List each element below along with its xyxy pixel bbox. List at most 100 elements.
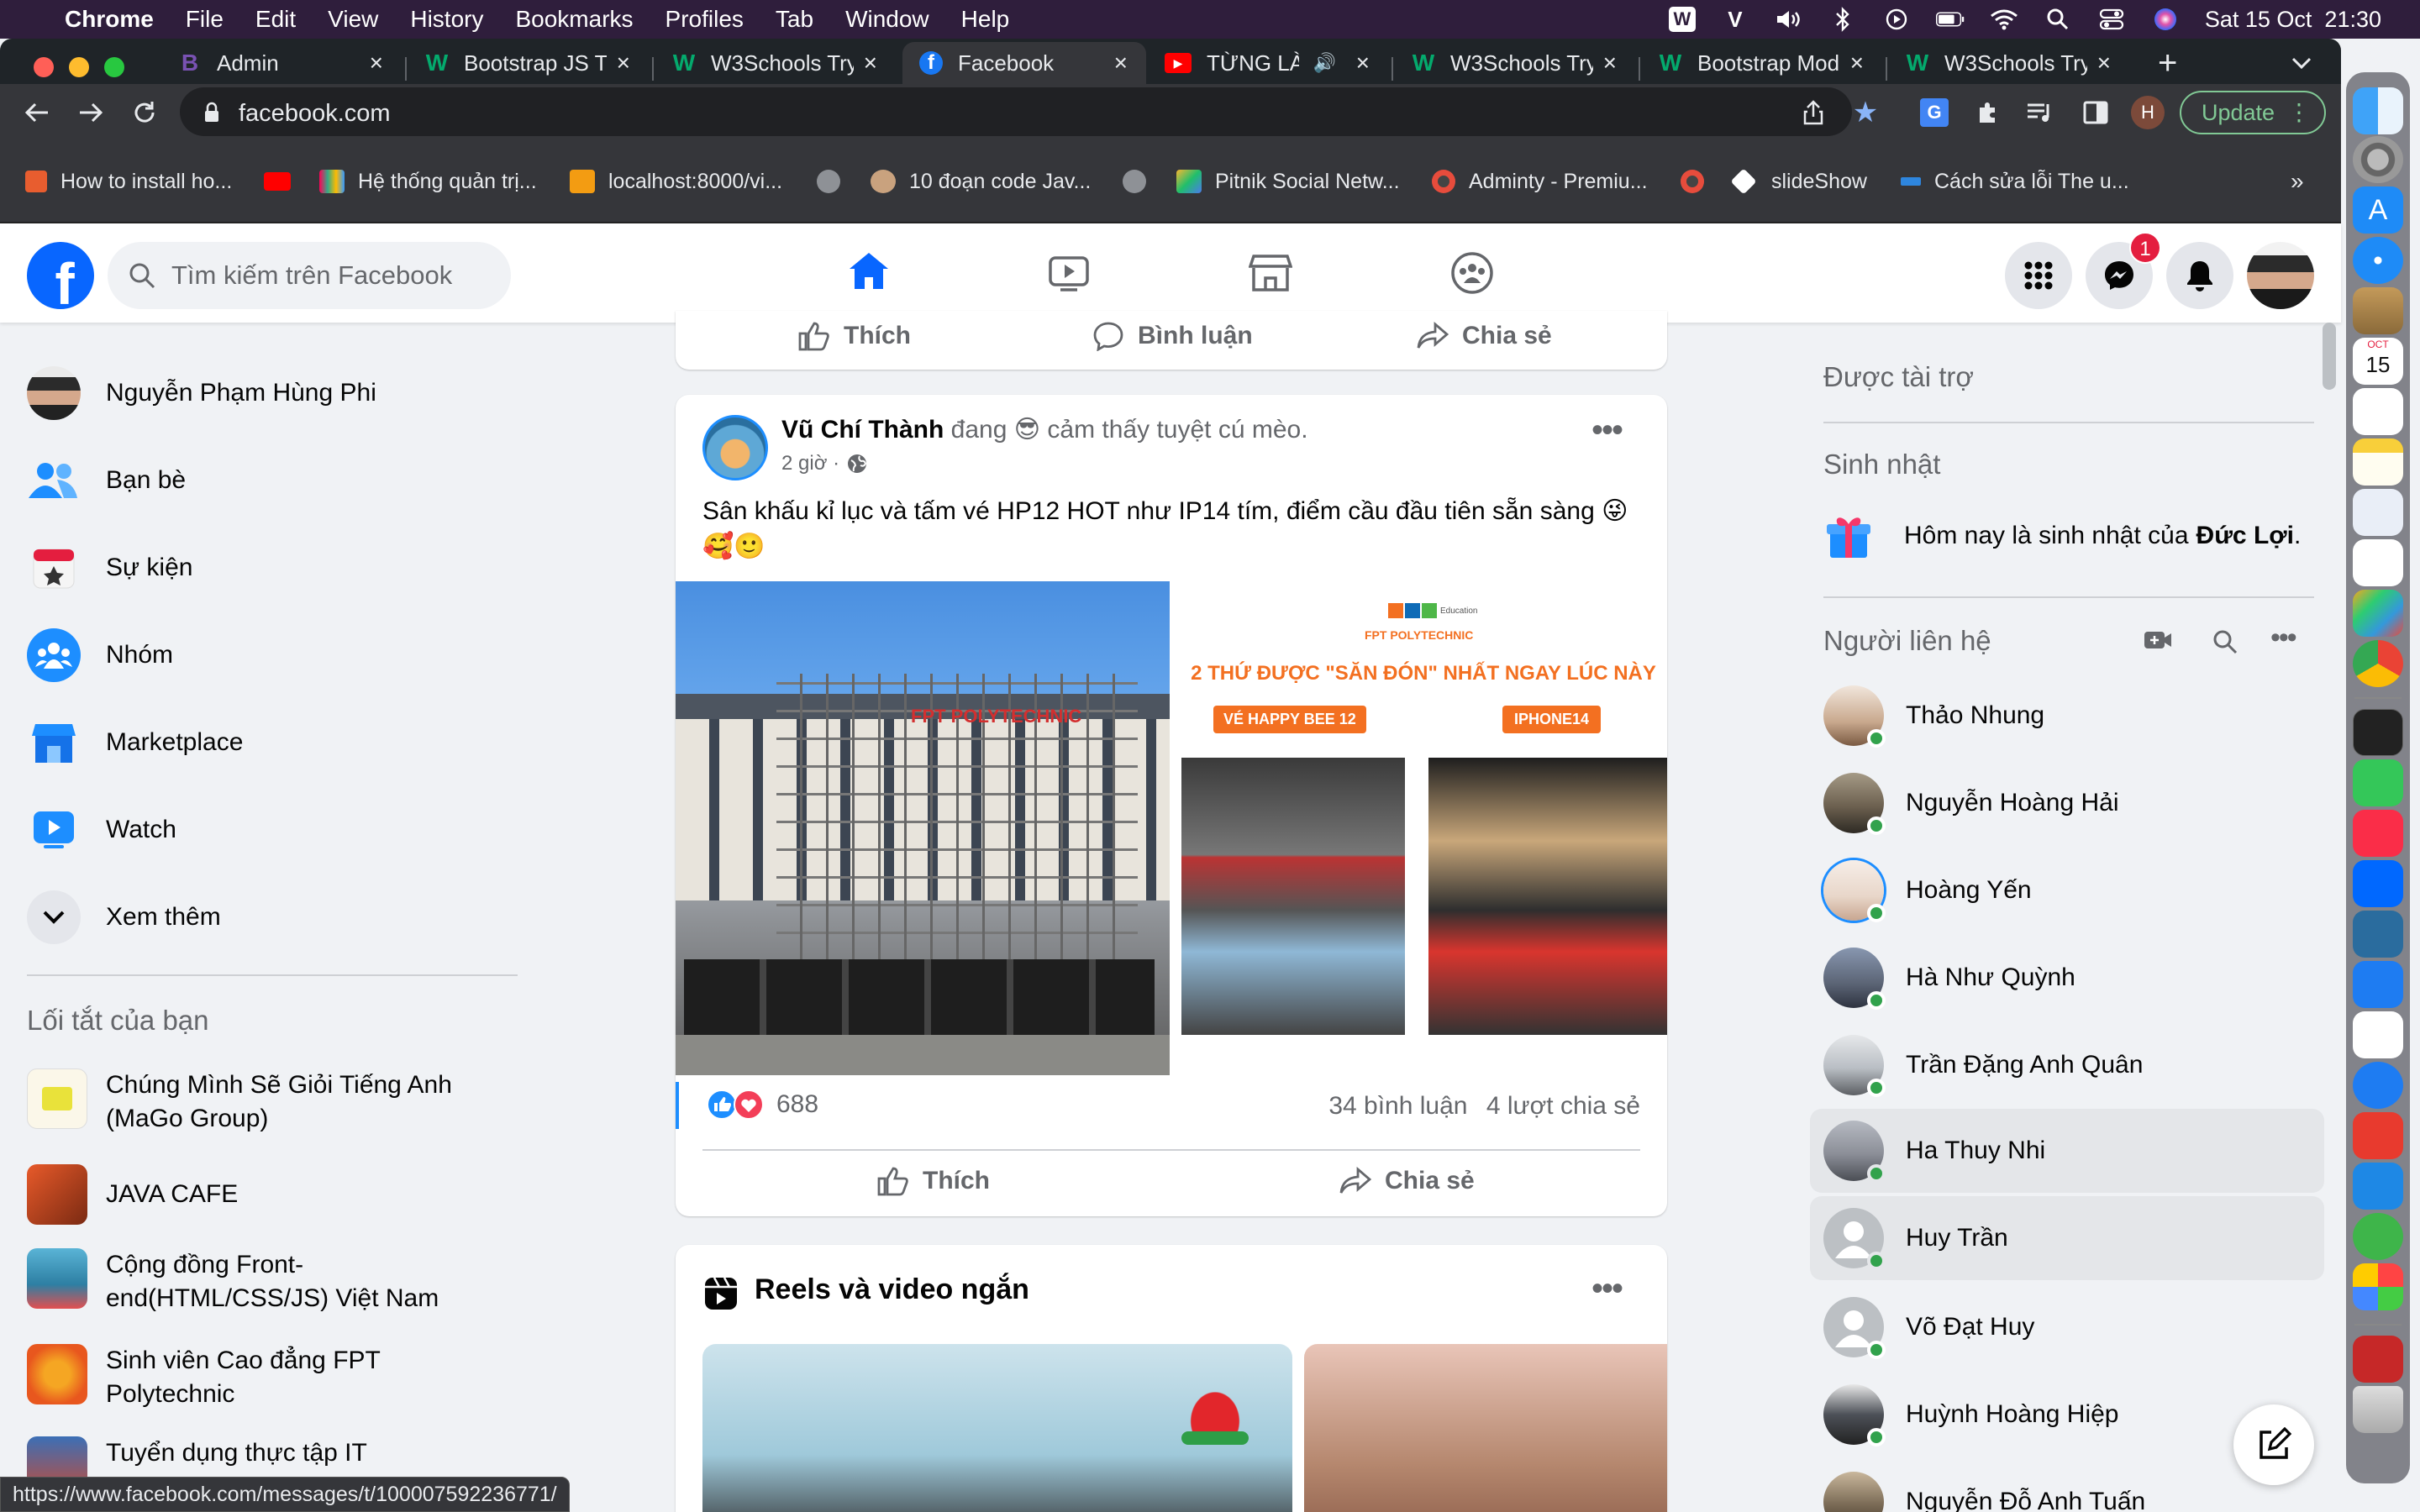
media-queue-icon[interactable] [2023,96,2057,129]
messenger-button[interactable]: 1 [2086,232,2161,309]
tab-bootstrap-mod[interactable]: W Bootstrap Mod × [1659,42,1882,84]
contact-item[interactable]: Ha Thuy Nhi [1810,1109,2324,1193]
nav-marketplace-tab[interactable] [1180,223,1361,323]
search-contacts-icon[interactable] [2212,628,2238,655]
tab-youtube[interactable]: ▶ TỪNG LÀ 🔊 × [1165,42,1388,84]
tab-w3schools-2[interactable]: W W3Schools Try × [1412,42,1635,84]
nav-watch-tab[interactable] [978,223,1160,323]
post-author[interactable]: Vũ Chí Thành [781,416,944,444]
menu-edit[interactable]: Edit [239,6,312,33]
app-icon[interactable] [2353,1263,2403,1310]
pages-icon[interactable] [2353,539,2403,586]
kebab-menu-icon[interactable]: ⋮ [2287,97,2311,128]
zalo-icon[interactable] [2353,860,2403,907]
sidebar-item-see-more[interactable]: Xem thêm [27,884,221,951]
bookmark-item[interactable]: localhost:8000/vi... [570,166,782,197]
control-center-icon[interactable] [2097,8,2126,31]
terminal-icon[interactable] [2353,709,2403,756]
post-time[interactable]: 2 giờ · [781,452,839,475]
sidebar-item-groups[interactable]: Nhóm [27,622,173,689]
close-tab-icon[interactable]: × [617,50,630,76]
contact-item[interactable]: Nguyễn Hoàng Hải [1810,763,2324,843]
like-button[interactable]: Thích [877,1166,990,1196]
forward-arrow-icon[interactable] [74,96,108,129]
url-text[interactable]: facebook.com [239,100,391,128]
bookmark-item[interactable]: slideShow [1730,166,1867,197]
search-input[interactable]: Tìm kiếm trên Facebook [108,242,511,309]
sidebar-item-events[interactable]: Sự kiện [27,534,192,601]
sidebar-item-friends[interactable]: Bạn bè [27,447,186,514]
reminders-icon[interactable] [2353,388,2403,435]
close-tab-icon[interactable]: × [370,50,383,76]
comment-button[interactable]: Bình luận [1092,321,1253,351]
wps-icon[interactable] [2353,489,2403,536]
shortcut-item[interactable]: JAVA CAFE [27,1164,238,1225]
wps-icon[interactable]: W [1668,7,1696,32]
siri-icon[interactable] [2151,8,2180,31]
bookmark-item[interactable]: Cách sửa lỗi The u... [1901,166,2129,197]
comments-count[interactable]: 34 bình luận [1328,1092,1467,1120]
side-panel-icon[interactable] [2079,96,2112,129]
close-tab-icon[interactable]: × [1850,50,1864,76]
bookmarks-overflow-button[interactable]: » [2291,166,2304,197]
bookmark-item[interactable] [817,166,854,197]
reactions[interactable]: 688 [706,1089,818,1121]
sidebar-item-profile[interactable]: Nguyễn Phạm Hùng Phi [27,360,376,427]
menubar-clock[interactable]: Sat 15 Oct 21:30 [2205,7,2381,33]
app-icon[interactable] [2353,287,2403,334]
new-tab-button[interactable]: + [2158,42,2191,84]
sourcetree-icon[interactable] [2353,1213,2403,1260]
birthday-name[interactable]: Đức Lợi [2196,522,2294,550]
close-tab-icon[interactable]: × [1603,50,1617,76]
trash-icon[interactable] [2353,1386,2403,1433]
extensions-puzzle-icon[interactable] [1971,96,2005,129]
menu-tab[interactable]: Tab [760,6,829,33]
bookmark-item[interactable]: Adminty - Premiu... [1432,166,1648,197]
music-icon[interactable] [2353,810,2403,857]
reel-thumbnail[interactable] [1304,1344,1667,1512]
bookmark-item[interactable]: How to install ho... [25,166,232,197]
safari-icon[interactable] [2353,237,2403,284]
profile-avatar[interactable]: H [2131,96,2165,129]
post-image-poster[interactable]: Education FPT POLYTECHNIC 2 THỨ ĐƯỢC "SĂ… [1171,581,1667,1035]
shortcut-item[interactable]: Sinh viên Cao đẳng FPT Polytechnic [27,1344,459,1411]
finder-icon[interactable] [2353,87,2403,134]
tab-w3schools-3[interactable]: W W3Schools Try × [1906,42,2129,84]
close-tab-icon[interactable]: × [2097,50,2111,76]
menu-button[interactable] [2005,242,2072,309]
menu-profiles[interactable]: Profiles [650,6,760,33]
calendar-icon[interactable]: OCT 15 [2353,338,2403,385]
bookmark-item[interactable] [1123,166,1160,197]
address-bar[interactable] [180,87,1852,136]
contact-item[interactable]: Võ Đạt Huy [1810,1287,2324,1368]
new-room-video-icon[interactable] [2143,628,2173,652]
bookmark-item[interactable]: 10 đoạn code Jav... [871,166,1091,197]
nav-groups-tab[interactable] [1381,223,1563,323]
contact-item[interactable]: Hoàng Yến [1810,850,2324,931]
menu-file[interactable]: File [170,6,239,33]
update-button[interactable]: Update ⋮ [2180,91,2326,134]
back-arrow-icon[interactable] [20,96,54,129]
post-more-options-icon[interactable]: ••• [1591,412,1623,449]
contact-item[interactable]: Hà Như Quỳnh [1810,937,2324,1018]
reels-more-options-icon[interactable]: ••• [1591,1270,1623,1308]
window-minimize-button[interactable] [69,57,89,77]
google-translate-icon[interactable]: G [1918,96,1951,129]
tab-audio-icon[interactable]: 🔊 [1313,52,1336,74]
page-scrollbar[interactable] [2323,323,2336,390]
tab-bootstrap-js[interactable]: W Bootstrap JS T × [425,42,649,84]
window-close-button[interactable] [34,57,54,77]
sidebar-item-marketplace[interactable]: Marketplace [27,709,243,776]
menu-bookmarks[interactable]: Bookmarks [499,6,649,33]
app-icon[interactable] [2353,1336,2403,1383]
birthday-row[interactable]: Hôm nay là sinh nhật của Đức Lợi . [1823,511,2301,561]
contact-item[interactable]: Trần Đặng Anh Quân [1810,1025,2324,1105]
like-button[interactable]: Thích [798,321,911,351]
battery-icon[interactable] [1935,8,1965,31]
maps-pin-icon[interactable] [2353,1062,2403,1109]
system-preferences-icon[interactable] [2353,136,2403,183]
menu-view[interactable]: View [312,6,394,33]
menu-help[interactable]: Help [945,6,1026,33]
post-image-stage[interactable]: FPT POLYTECHNIC [676,581,1170,1075]
tab-facebook[interactable]: f Facebook × [902,42,1146,84]
